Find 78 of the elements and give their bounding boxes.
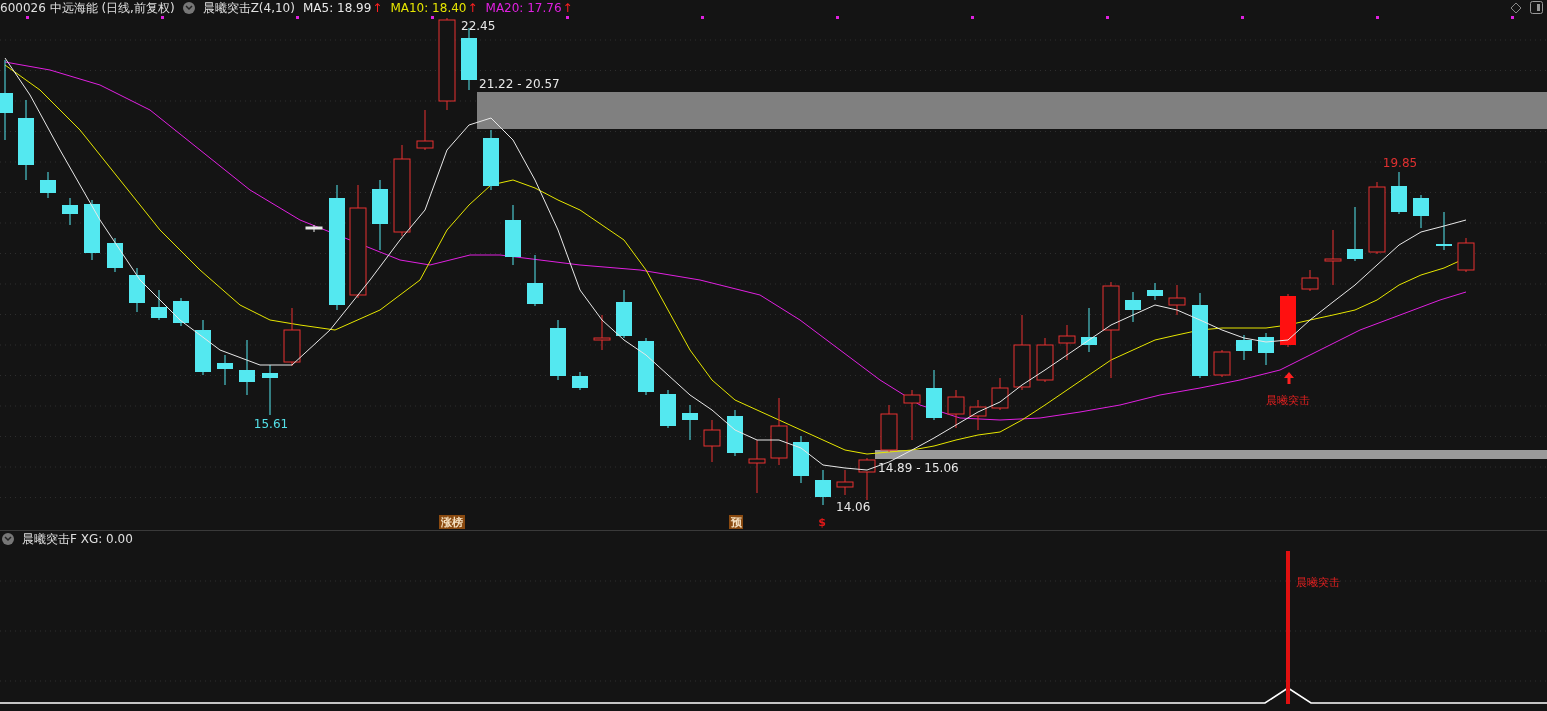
candlestick <box>40 171 56 199</box>
candlestick <box>483 129 499 191</box>
candlestick <box>616 289 632 339</box>
candlestick <box>283 307 301 367</box>
candlestick <box>1324 229 1342 286</box>
candlestick <box>305 224 323 233</box>
candlestick <box>1081 307 1097 353</box>
candlestick <box>239 339 255 396</box>
candlestick <box>527 254 543 307</box>
candlestick <box>703 419 721 463</box>
candlestick <box>416 109 434 151</box>
candlestick <box>1413 194 1429 229</box>
candlestick <box>638 337 654 396</box>
signal-label: 晨曦突击 <box>1266 394 1310 407</box>
candlestick <box>107 237 123 273</box>
candlestick <box>991 377 1009 411</box>
candlestick <box>1347 206 1363 262</box>
candlestick <box>1258 332 1274 366</box>
candlestick <box>195 319 211 376</box>
candlestick <box>593 314 611 351</box>
candlestick <box>505 204 521 266</box>
candlestick <box>84 199 100 261</box>
candlestick <box>903 389 921 441</box>
candlestick <box>1391 171 1407 215</box>
arrow-up-icon <box>1284 372 1294 384</box>
candlestick <box>793 435 809 484</box>
candlestick <box>372 179 388 251</box>
candlestick <box>1436 211 1452 251</box>
panel-toggle-icon[interactable] <box>1530 1 1543 14</box>
candlestick <box>151 289 167 321</box>
candlestick <box>62 197 78 226</box>
candlestick <box>1280 293 1296 348</box>
signal-label: 晨曦突击 <box>1296 576 1340 589</box>
indicator-title: 晨曦突击F XG: 0.00 <box>22 530 133 548</box>
symbol-title: 600026 中远海能 (日线,前复权) <box>0 0 175 17</box>
candlestick <box>1058 324 1076 361</box>
ma-value: MA10: 18.40↑ <box>390 1 478 15</box>
candlestick <box>1147 282 1163 301</box>
price-label: 22.45 <box>461 19 496 33</box>
ma-value: MA5: 18.99↑ <box>302 1 383 15</box>
candlestick <box>748 439 766 494</box>
candlestick <box>129 267 145 313</box>
candlestick <box>815 469 831 506</box>
candlestick <box>1301 269 1319 292</box>
candlestick <box>1457 237 1475 273</box>
candlestick <box>1125 291 1141 323</box>
candlestick <box>682 404 698 441</box>
price-label: 19.85 <box>1382 156 1418 170</box>
dropdown-icon[interactable] <box>182 2 195 14</box>
price-label: 21.22 - 20.57 <box>479 77 560 91</box>
candlestick <box>660 389 676 429</box>
candlestick <box>836 469 854 496</box>
candlestick <box>880 404 898 453</box>
candlestick <box>550 319 566 381</box>
candlestick <box>572 371 588 391</box>
candlestick <box>770 397 788 466</box>
candlestick <box>262 364 278 416</box>
candlestick <box>947 389 965 429</box>
ma-value: MA20: 17.76↑ <box>485 1 573 15</box>
candlestick <box>969 399 987 431</box>
candlestick <box>1036 337 1054 383</box>
dropdown-icon[interactable] <box>2 533 14 545</box>
candlestick <box>1213 349 1231 378</box>
candlestick <box>217 354 233 386</box>
price-label: 14.89 - 15.06 <box>878 461 959 475</box>
candlestick <box>727 409 743 457</box>
indicator-name: 晨曦突击Z(4,10) <box>202 0 295 17</box>
price-label: 15.61 <box>253 417 289 431</box>
candlestick <box>1168 284 1186 316</box>
candlestick <box>926 369 942 421</box>
event-marker: 涨榜 <box>439 515 465 529</box>
candlestick <box>858 457 876 501</box>
event-marker: $ <box>818 516 826 529</box>
price-label: 14.06 <box>836 500 871 514</box>
event-marker: 预 <box>729 515 743 529</box>
candlestick <box>173 297 189 327</box>
candlestick <box>1236 334 1252 361</box>
diamond-icon[interactable] <box>1510 1 1522 14</box>
